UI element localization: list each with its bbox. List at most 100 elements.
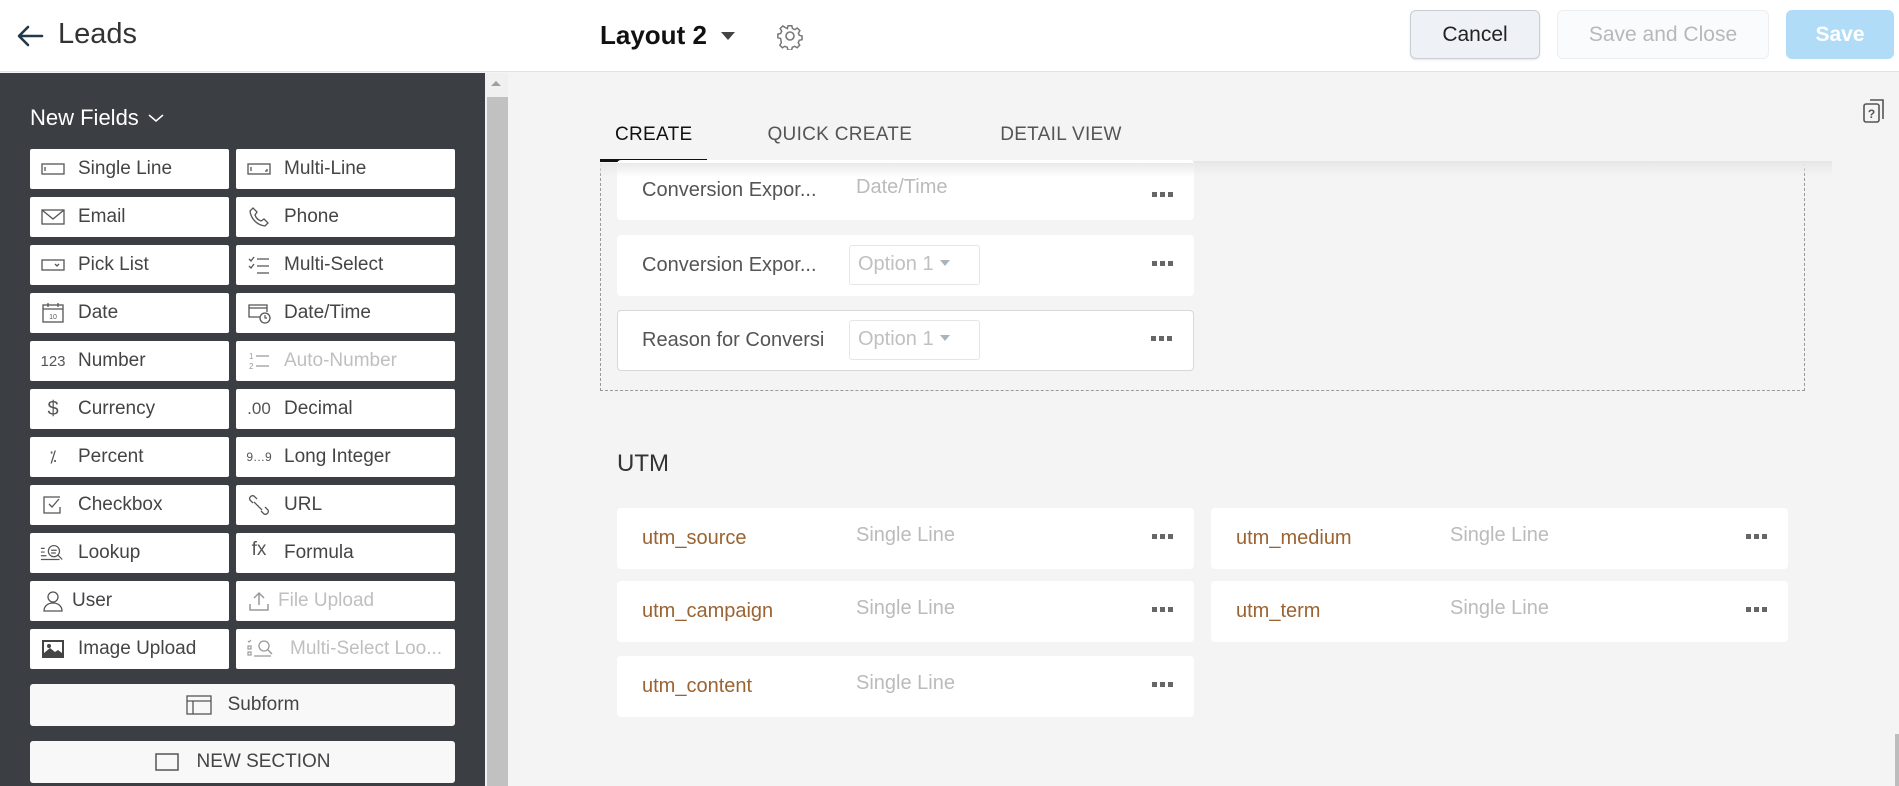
field-tile-currency[interactable]: $ Currency — [30, 389, 229, 429]
field-type: Single Line — [856, 597, 955, 619]
more-options-icon[interactable] — [1746, 603, 1768, 615]
cancel-button[interactable]: Cancel — [1410, 10, 1540, 59]
more-options-icon[interactable] — [1152, 530, 1174, 542]
save-button[interactable]: Save — [1786, 10, 1894, 59]
single-line-icon — [40, 158, 66, 180]
field-tile-decimal[interactable]: .00 Decimal — [236, 389, 455, 429]
picklist-icon — [40, 254, 66, 276]
subform-icon — [185, 695, 212, 715]
field-tile-file-upload: File Upload — [236, 581, 455, 621]
multi-line-icon — [246, 158, 272, 180]
new-section-tile[interactable]: NEW SECTION — [30, 741, 455, 783]
field-card[interactable]: utm_medium Single Line — [1211, 508, 1788, 569]
top-header: Leads Layout 2 Cancel Save and Close Sav… — [0, 0, 1899, 72]
image-icon — [40, 638, 66, 660]
section-title-utm: UTM — [617, 450, 669, 477]
save-and-close-button[interactable]: Save and Close — [1557, 10, 1769, 59]
field-tile-url[interactable]: URL — [236, 485, 455, 525]
field-card[interactable]: utm_campaign Single Line — [617, 581, 1194, 642]
field-tile-image-upload[interactable]: Image Upload — [30, 629, 229, 669]
field-label: Reason for Conversi — [642, 329, 825, 351]
field-tile-pick-list[interactable]: Pick List — [30, 245, 229, 285]
svg-text:1: 1 — [249, 352, 254, 361]
tab-detail-view[interactable]: DETAIL VIEW — [984, 118, 1138, 162]
checkbox-icon — [40, 494, 66, 516]
field-tile-phone[interactable]: Phone — [236, 197, 455, 237]
scrollbar-thumb[interactable] — [487, 97, 508, 786]
field-type: Date/Time — [856, 176, 948, 198]
upload-icon — [246, 590, 272, 612]
layout-selector[interactable]: Layout 2 — [600, 20, 707, 51]
user-icon — [40, 590, 66, 612]
module-title: Leads — [58, 18, 138, 50]
long-integer-icon: 9…9 — [246, 450, 272, 464]
field-tile-long-integer[interactable]: 9…9 Long Integer — [236, 437, 455, 477]
field-tile-checkbox[interactable]: Checkbox — [30, 485, 229, 525]
field-tile-date[interactable]: 10 Date — [30, 293, 229, 333]
field-type: Single Line — [856, 524, 955, 546]
tab-quick-create[interactable]: QUICK CREATE — [751, 118, 928, 162]
field-tile-percent[interactable]: ⁒ Percent — [30, 437, 229, 477]
field-label: Conversion Expor... — [642, 254, 817, 276]
more-options-icon[interactable] — [1152, 188, 1174, 200]
field-tile-date-time[interactable]: Date/Time — [236, 293, 455, 333]
field-type-grid: Single Line Multi-Line Email Phone Pick … — [30, 149, 455, 669]
chevron-down-icon — [148, 114, 164, 122]
subform-tile[interactable]: Subform — [30, 684, 455, 726]
calendar-clock-icon — [246, 302, 272, 324]
field-type: Single Line — [856, 672, 955, 694]
field-type: Single Line — [1450, 524, 1549, 546]
field-label: utm_campaign — [642, 600, 774, 622]
formula-icon: fx — [251, 539, 267, 560]
arrow-left-icon[interactable] — [14, 20, 46, 52]
field-label: utm_term — [1236, 600, 1321, 622]
field-tile-multi-line[interactable]: Multi-Line — [236, 149, 455, 189]
lookup-icon — [40, 542, 66, 564]
help-pages-icon[interactable]: ? — [1862, 98, 1886, 124]
field-tile-multi-select-lookup: Multi-Select Loo... — [236, 629, 455, 669]
more-options-icon[interactable] — [1152, 257, 1174, 269]
sidebar-scrollbar[interactable] — [485, 73, 508, 786]
svg-text:2: 2 — [249, 362, 254, 371]
field-tile-number[interactable]: 123 Number — [30, 341, 229, 381]
caret-down-icon — [939, 260, 950, 266]
field-tile-lookup[interactable]: Lookup — [30, 533, 229, 573]
phone-icon — [246, 206, 272, 228]
field-tile-email[interactable]: Email — [30, 197, 229, 237]
auto-number-icon: 12 — [246, 350, 272, 372]
more-options-icon[interactable] — [1152, 603, 1174, 615]
tab-shadow — [600, 163, 1832, 177]
field-label: utm_source — [642, 527, 747, 549]
more-options-icon[interactable] — [1152, 678, 1174, 690]
field-tile-user[interactable]: User — [30, 581, 229, 621]
more-options-icon[interactable] — [1151, 332, 1173, 344]
field-card[interactable]: utm_source Single Line — [617, 508, 1194, 569]
decimal-icon: .00 — [247, 399, 271, 418]
option-dropdown[interactable]: Option 1 — [849, 320, 980, 360]
field-card[interactable]: utm_term Single Line — [1211, 581, 1788, 642]
option-dropdown[interactable]: Option 1 — [849, 245, 980, 285]
tab-create[interactable]: CREATE — [600, 118, 708, 162]
field-card[interactable]: Conversion Expor... Option 1 — [617, 235, 1194, 296]
layout-tabs: CREATE QUICK CREATE DETAIL VIEW — [600, 118, 1194, 162]
caret-down-icon — [939, 335, 950, 341]
field-label: utm_medium — [1236, 527, 1352, 549]
scroll-up-arrow-icon[interactable] — [491, 81, 501, 86]
field-tile-multi-select[interactable]: Multi-Select — [236, 245, 455, 285]
field-card[interactable]: utm_content Single Line — [617, 656, 1194, 717]
caret-down-icon[interactable] — [718, 28, 738, 44]
field-type: Single Line — [1450, 597, 1549, 619]
new-fields-toggle[interactable]: New Fields — [30, 105, 165, 131]
svg-text:10: 10 — [49, 314, 57, 321]
link-icon — [246, 494, 272, 516]
field-tile-single-line[interactable]: Single Line — [30, 149, 229, 189]
gear-icon[interactable] — [776, 22, 804, 50]
field-tile-formula[interactable]: fx Formula — [236, 533, 455, 573]
field-card[interactable]: Reason for Conversi Option 1 — [617, 310, 1194, 371]
multi-lookup-icon — [246, 638, 278, 660]
new-fields-title: New Fields — [30, 105, 139, 130]
percent-icon: ⁒ — [49, 449, 57, 466]
field-tile-auto-number: 12 Auto-Number — [236, 341, 455, 381]
more-options-icon[interactable] — [1746, 530, 1768, 542]
canvas-scrollbar[interactable] — [1895, 734, 1899, 786]
